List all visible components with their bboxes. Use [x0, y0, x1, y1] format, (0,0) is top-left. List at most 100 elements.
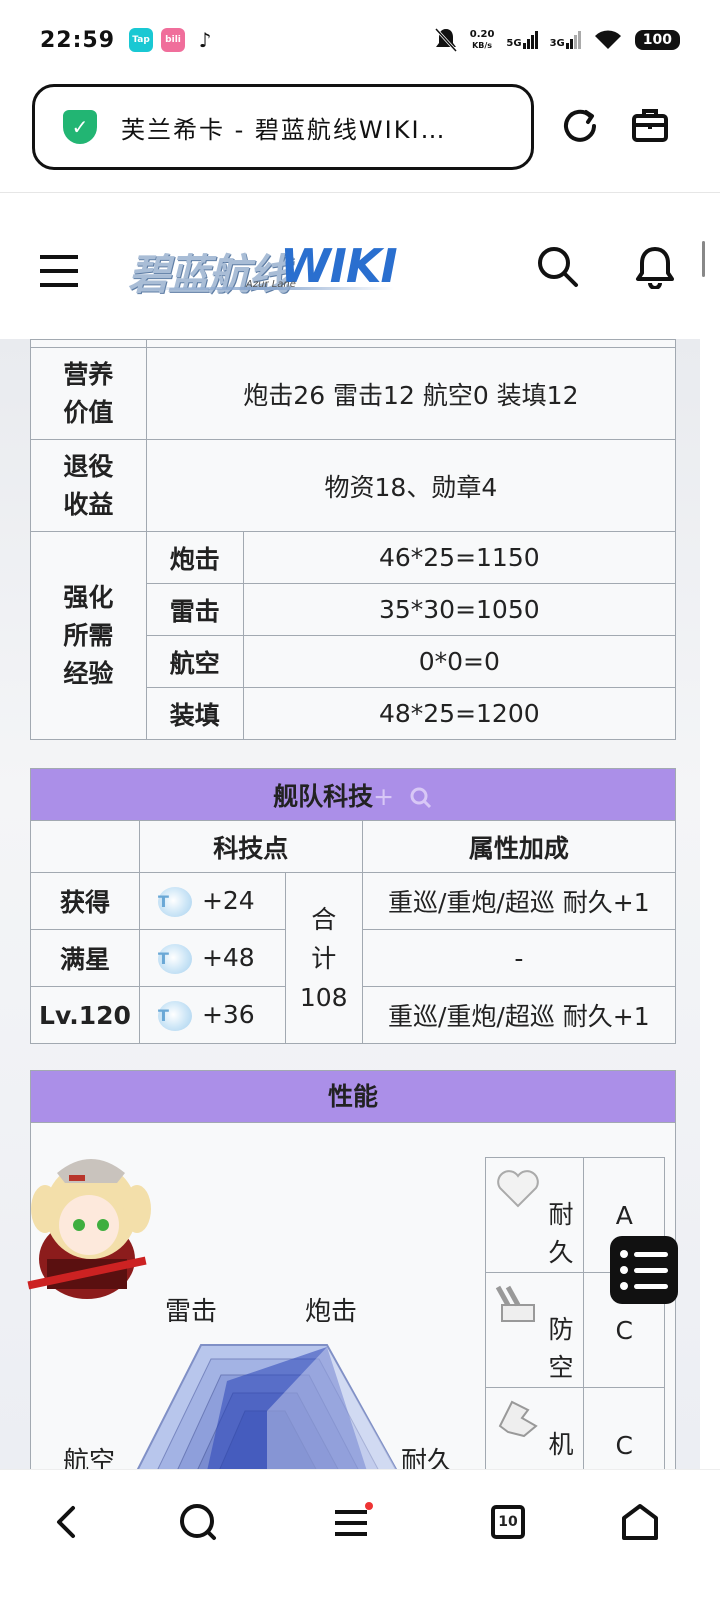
- tech-row-label: 获得: [30, 872, 140, 930]
- tech-point-icon: T: [157, 943, 192, 974]
- reload-icon: [564, 109, 596, 142]
- tech-row-label: Lv.120: [30, 986, 140, 1044]
- table-row: 营养 价值 炮击26 雷击12 航空0 装填12: [30, 347, 677, 440]
- exp-stat-label: 雷击: [145, 583, 244, 636]
- floating-toc-button[interactable]: [610, 1236, 678, 1304]
- signal-sim2-icon: 3G: [550, 31, 581, 49]
- tech-total: 合 计 108: [284, 872, 363, 1044]
- stat-grade: C: [583, 1387, 665, 1469]
- exp-stat-value: 48*25=1200: [242, 687, 677, 740]
- exp-stat-value: 35*30=1050: [242, 583, 677, 636]
- fleet-tech-header: 舰队科技+: [30, 768, 676, 821]
- net-speed-value: 0.20: [469, 29, 495, 40]
- net-speed-unit: KB/s: [472, 41, 493, 50]
- list-icon: [620, 1250, 668, 1258]
- address-bar[interactable]: ✓ 芙兰希卡 - 碧蓝航线WIKI…: [32, 84, 534, 170]
- home-button[interactable]: [610, 1492, 670, 1552]
- stat-name-cell: 耐 久: [484, 1157, 585, 1273]
- toolbox-button[interactable]: [626, 102, 674, 150]
- status-indicators: 0.20 KB/s 5G 3G 100: [434, 27, 680, 53]
- table-row: 强化 所需 经验 炮击 46*25=1150: [30, 531, 677, 740]
- radar-label-torpedo: 雷击: [165, 1297, 218, 1327]
- tech-points-cell: T +24: [138, 872, 286, 930]
- chevron-left-icon: [57, 1506, 75, 1538]
- stat-name: 防 空: [548, 1315, 574, 1382]
- tech-point-icon: T: [157, 1000, 192, 1031]
- exp-stat-label: 航空: [145, 635, 244, 688]
- heart-icon: [497, 1170, 539, 1208]
- reload-button[interactable]: [556, 102, 604, 150]
- empty-header-cell: [30, 820, 140, 873]
- site-logo[interactable]: 碧蓝航线 WIKI Azur Lane: [128, 239, 398, 299]
- exp-stat-label: 炮击: [145, 531, 244, 584]
- net-speed: 0.20 KB/s: [470, 29, 495, 51]
- wifi-icon: [594, 30, 621, 49]
- site-header: 碧蓝航线 WIKI Azur Lane: [0, 193, 720, 339]
- mute-bell-icon: [434, 27, 457, 53]
- sim1-label: 5G: [506, 38, 522, 49]
- table-row: [30, 339, 677, 348]
- logo-en: WIKI: [280, 239, 398, 293]
- evasion-icon: [498, 1400, 538, 1438]
- secure-shield-icon: ✓: [63, 110, 97, 144]
- notifications-button[interactable]: [634, 245, 676, 293]
- logo-cn: 碧蓝航线: [128, 250, 290, 299]
- expand-toggle[interactable]: +: [373, 782, 394, 811]
- page-scrollbar[interactable]: [702, 241, 705, 277]
- back-button[interactable]: [36, 1492, 96, 1552]
- logo-swoosh: [132, 287, 394, 290]
- tech-bonus-value: 重巡/重炮/超巡 耐久+1: [361, 872, 677, 930]
- exp-stat-label: 装填: [145, 687, 244, 740]
- tech-row-label: 满星: [30, 929, 140, 987]
- attribute-bonus-header: 属性加成: [361, 820, 677, 873]
- tech-points-value: +36: [201, 999, 255, 1029]
- fleet-tech-title: 舰队科技: [273, 781, 374, 811]
- search-nav-button[interactable]: [168, 1492, 228, 1552]
- bilibili-icon: bili: [161, 28, 186, 52]
- tech-points-cell: T +36: [138, 986, 286, 1044]
- tech-points-cell: T +48: [138, 929, 286, 987]
- retire-label: 退役 收益: [30, 439, 147, 532]
- page-content: 营养 价值 炮击26 雷击12 航空0 装填12 退役 收益 物资18、勋章4 …: [0, 339, 700, 1469]
- stat-name: 机 动: [548, 1430, 574, 1469]
- browser-toolbar: ✓ 芙兰希卡 - 碧蓝航线WIKI…: [0, 84, 720, 170]
- table-row: 机 动 C: [484, 1387, 665, 1469]
- table-row: 科技点 属性加成: [30, 820, 677, 873]
- stat-name: 耐 久: [548, 1200, 574, 1267]
- tech-bonus-value: 重巡/重炮/超巡 耐久+1: [361, 986, 677, 1044]
- nutrition-value: 炮击26 雷击12 航空0 装填12: [145, 347, 677, 440]
- signal-sim1-icon: 5G: [506, 31, 538, 49]
- retire-value: 物资18、勋章4: [145, 439, 677, 532]
- tabs-count: 10: [491, 1505, 525, 1539]
- stats-table: 营养 价值 炮击26 雷击12 航空0 装填12 退役 收益 物资18、勋章4 …: [30, 339, 677, 740]
- performance-stats-table: 耐 久 A 防 空 C 机 动: [484, 1157, 665, 1469]
- search-button[interactable]: [536, 245, 580, 293]
- exp-stat-value: 46*25=1150: [242, 531, 677, 584]
- menu-nav-button[interactable]: [323, 1492, 383, 1552]
- table-row: 舰队科技+: [30, 768, 676, 821]
- search-icon: [538, 247, 578, 287]
- table-row: 退役 收益 物资18、勋章4: [30, 439, 677, 532]
- hamburger-menu-button[interactable]: [38, 253, 80, 293]
- radar-label-durability: 耐久: [401, 1447, 454, 1469]
- exp-stat-value: 0*0=0: [242, 635, 677, 688]
- menu-icon: [335, 1502, 373, 1536]
- tech-points-value: +24: [201, 885, 255, 915]
- stat-name-cell: 机 动: [484, 1387, 585, 1469]
- status-app-icons: Tap bili ♪: [129, 28, 218, 52]
- anti-air-icon: [495, 1285, 535, 1322]
- page-title: 芙兰希卡 - 碧蓝航线WIKI…: [121, 115, 447, 144]
- table-row: 获得 T +24 合 计 108 重巡/重炮/超巡 耐久+1: [30, 872, 677, 1044]
- nutrition-label: 营养 价值: [30, 347, 147, 440]
- exp-label: 强化 所需 经验: [30, 531, 147, 740]
- hamburger-icon: [40, 255, 78, 287]
- radar-chart: [136, 1344, 398, 1469]
- performance-header: 性能: [31, 1071, 675, 1123]
- radar-label-aviation: 航空: [63, 1447, 116, 1469]
- tabs-button[interactable]: 10: [478, 1492, 538, 1552]
- sim2-label: 3G: [549, 38, 565, 49]
- home-icon: [622, 1504, 658, 1540]
- toolbox-icon: [632, 109, 668, 142]
- search-icon[interactable]: [409, 786, 433, 810]
- tech-bonus-value: -: [361, 929, 677, 987]
